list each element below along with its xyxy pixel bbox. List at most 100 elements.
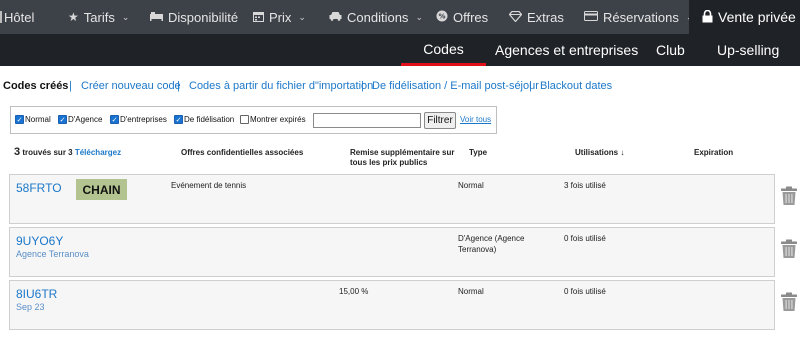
- table-row[interactable]: 9UYO6Y Agence Terranova D'Agence (Agence…: [9, 227, 775, 277]
- checkbox-checked-icon: ✓: [174, 115, 183, 124]
- chevron-down-icon: ⌄: [415, 11, 423, 22]
- nav-item-label: Disponibilité: [168, 9, 239, 25]
- results-text: trouvés sur 3: [22, 148, 73, 157]
- usage-cell: 0 fois utilisé: [564, 287, 606, 296]
- creer-nouveau-code-link[interactable]: Créer nouveau code: [81, 80, 181, 92]
- nav-item-label: Hôtel: [4, 9, 35, 25]
- svg-text:%: %: [438, 13, 445, 21]
- type-cell: Normal: [458, 180, 484, 191]
- type-cell: Normal: [458, 286, 484, 297]
- checkbox-unchecked-icon: [240, 115, 249, 124]
- column-header-offers: Offres confidentielles associées: [181, 148, 304, 157]
- voir-tous-link[interactable]: Voir tous: [460, 115, 491, 124]
- results-number: 3: [14, 146, 21, 158]
- download-link[interactable]: Téléchargez: [75, 148, 121, 157]
- chevron-down-icon: ⌄: [298, 11, 306, 22]
- codes-importation-link[interactable]: Codes à partir du fichier d"importation: [189, 80, 373, 92]
- tab-codes[interactable]: Codes: [401, 34, 486, 66]
- checkbox-checked-icon: ✓: [58, 115, 67, 124]
- nav-item-conditions[interactable]: Conditions ⌄: [329, 0, 423, 34]
- car-icon: [329, 11, 342, 23]
- checkbox-label: De fidélisation: [184, 115, 235, 124]
- code-link[interactable]: 58FRTO: [16, 181, 62, 195]
- checkbox-label: D'entreprises: [120, 115, 167, 124]
- tab-label: Agences et entreprises: [495, 42, 639, 58]
- filter-agence-checkbox[interactable]: ✓ D'Agence: [58, 115, 102, 124]
- column-header-usage[interactable]: Utilisations ↓: [575, 148, 624, 158]
- code-subtitle: Agence Terranova: [16, 249, 89, 259]
- trash-icon[interactable]: [780, 239, 798, 259]
- type-line: Normal: [458, 181, 484, 190]
- discount-cell: 15,00 %: [339, 287, 369, 296]
- nav-item-label: Prix: [269, 9, 292, 25]
- tab-label: Club: [656, 42, 685, 58]
- table-row[interactable]: 8IU6TR Sep 23 15,00 % Normal 0 fois util…: [9, 280, 775, 330]
- discount-header-line: tous les prix publics: [350, 158, 428, 167]
- separator: |: [361, 80, 364, 92]
- nav-item-label: Tarifs: [83, 9, 115, 25]
- nav-item-label: Réservations: [603, 9, 679, 25]
- separator: |: [177, 80, 180, 92]
- nav-item-label: Offres: [453, 9, 489, 25]
- tab-up-selling[interactable]: Up-selling: [717, 34, 779, 66]
- code-link[interactable]: 9UYO6Y: [16, 234, 63, 248]
- separator: |: [69, 80, 72, 92]
- percent-icon: %: [436, 10, 448, 24]
- separator: |: [529, 80, 532, 92]
- code-link[interactable]: 8IU6TR: [16, 287, 57, 301]
- calendar-icon: [253, 11, 264, 24]
- diamond-icon: [508, 10, 523, 24]
- column-header-expiration: Expiration: [694, 148, 734, 157]
- bed-icon: [150, 11, 163, 23]
- type-line: D'Agence (Agence: [458, 234, 525, 243]
- star-icon: ★: [68, 10, 79, 24]
- type-line: Normal: [458, 287, 484, 296]
- chevron-down-icon: ⌄: [121, 11, 130, 22]
- trash-icon[interactable]: [780, 292, 798, 312]
- filter-fidelisation-checkbox[interactable]: ✓ De fidélisation: [174, 115, 234, 124]
- filter-normal-checkbox[interactable]: ✓ Normal: [15, 115, 51, 124]
- blackout-dates-link[interactable]: Blackout dates: [540, 80, 612, 92]
- sub-navigation: Codes Agences et entreprises Club Up-sel…: [0, 34, 800, 66]
- nav-item-disponibilite[interactable]: Disponibilité: [150, 0, 238, 34]
- nav-item-label: Conditions: [347, 9, 409, 25]
- trash-icon[interactable]: [780, 186, 798, 206]
- checkbox-checked-icon: ✓: [110, 115, 119, 124]
- filter-entreprises-checkbox[interactable]: ✓ D'entreprises: [110, 115, 167, 124]
- column-header-discount: Remise supplémentaire sur tous les prix …: [350, 148, 454, 168]
- lock-icon: [702, 9, 713, 25]
- code-badge: CHAIN: [76, 179, 127, 200]
- top-navigation: Hôtel ★ Tarifs ⌄ Disponibilité Prix ⌄ Co…: [0, 0, 800, 34]
- checkbox-label: Montrer expirés: [250, 115, 306, 124]
- search-input[interactable]: [313, 113, 421, 128]
- code-subtitle: Sep 23: [16, 302, 45, 312]
- table-row[interactable]: 58FRTO CHAIN Evénement de tennis Normal …: [9, 174, 775, 224]
- nav-item-offres[interactable]: % Offres: [436, 0, 488, 34]
- nav-item-extras[interactable]: Extras: [508, 0, 564, 34]
- usage-cell: 0 fois utilisé: [564, 234, 606, 243]
- nav-item-prix[interactable]: Prix ⌄: [253, 0, 306, 34]
- tab-agences-entreprises[interactable]: Agences et entreprises: [495, 34, 638, 66]
- filter-button[interactable]: Filtrer: [424, 112, 456, 129]
- usage-cell: 3 fois utilisé: [564, 181, 606, 190]
- filter-bar: ✓ Normal ✓ D'Agence ✓ D'entreprises ✓ De…: [10, 106, 497, 134]
- checkbox-label: Normal: [25, 115, 51, 124]
- type-line: Terranova): [458, 245, 497, 254]
- nav-item-reservations[interactable]: Réservations ⌄: [584, 0, 693, 34]
- checkbox-checked-icon: ✓: [15, 115, 24, 124]
- results-count: 3 trouvés sur 3 Téléchargez: [14, 146, 121, 158]
- fidelisation-email-link[interactable]: De fidélisation / E-mail post-séjour: [372, 80, 539, 92]
- nav-item-label: Extras: [527, 9, 564, 25]
- hotel-icon: [0, 11, 2, 23]
- filter-expires-checkbox[interactable]: Montrer expirés: [240, 115, 306, 124]
- offer-cell: Evénement de tennis: [171, 181, 247, 190]
- nav-item-tarifs[interactable]: ★ Tarifs ⌄: [68, 0, 129, 34]
- nav-item-vente-privee[interactable]: Vente privée: [689, 0, 800, 34]
- checkbox-label: D'Agence: [68, 115, 103, 124]
- credit-card-icon: [584, 11, 598, 23]
- nav-item-hotel[interactable]: Hôtel: [0, 0, 52, 34]
- tab-label: Up-selling: [717, 42, 780, 58]
- column-header-type: Type: [469, 148, 488, 157]
- tab-club[interactable]: Club: [656, 34, 685, 66]
- type-cell: D'Agence (Agence Terranova): [458, 233, 524, 255]
